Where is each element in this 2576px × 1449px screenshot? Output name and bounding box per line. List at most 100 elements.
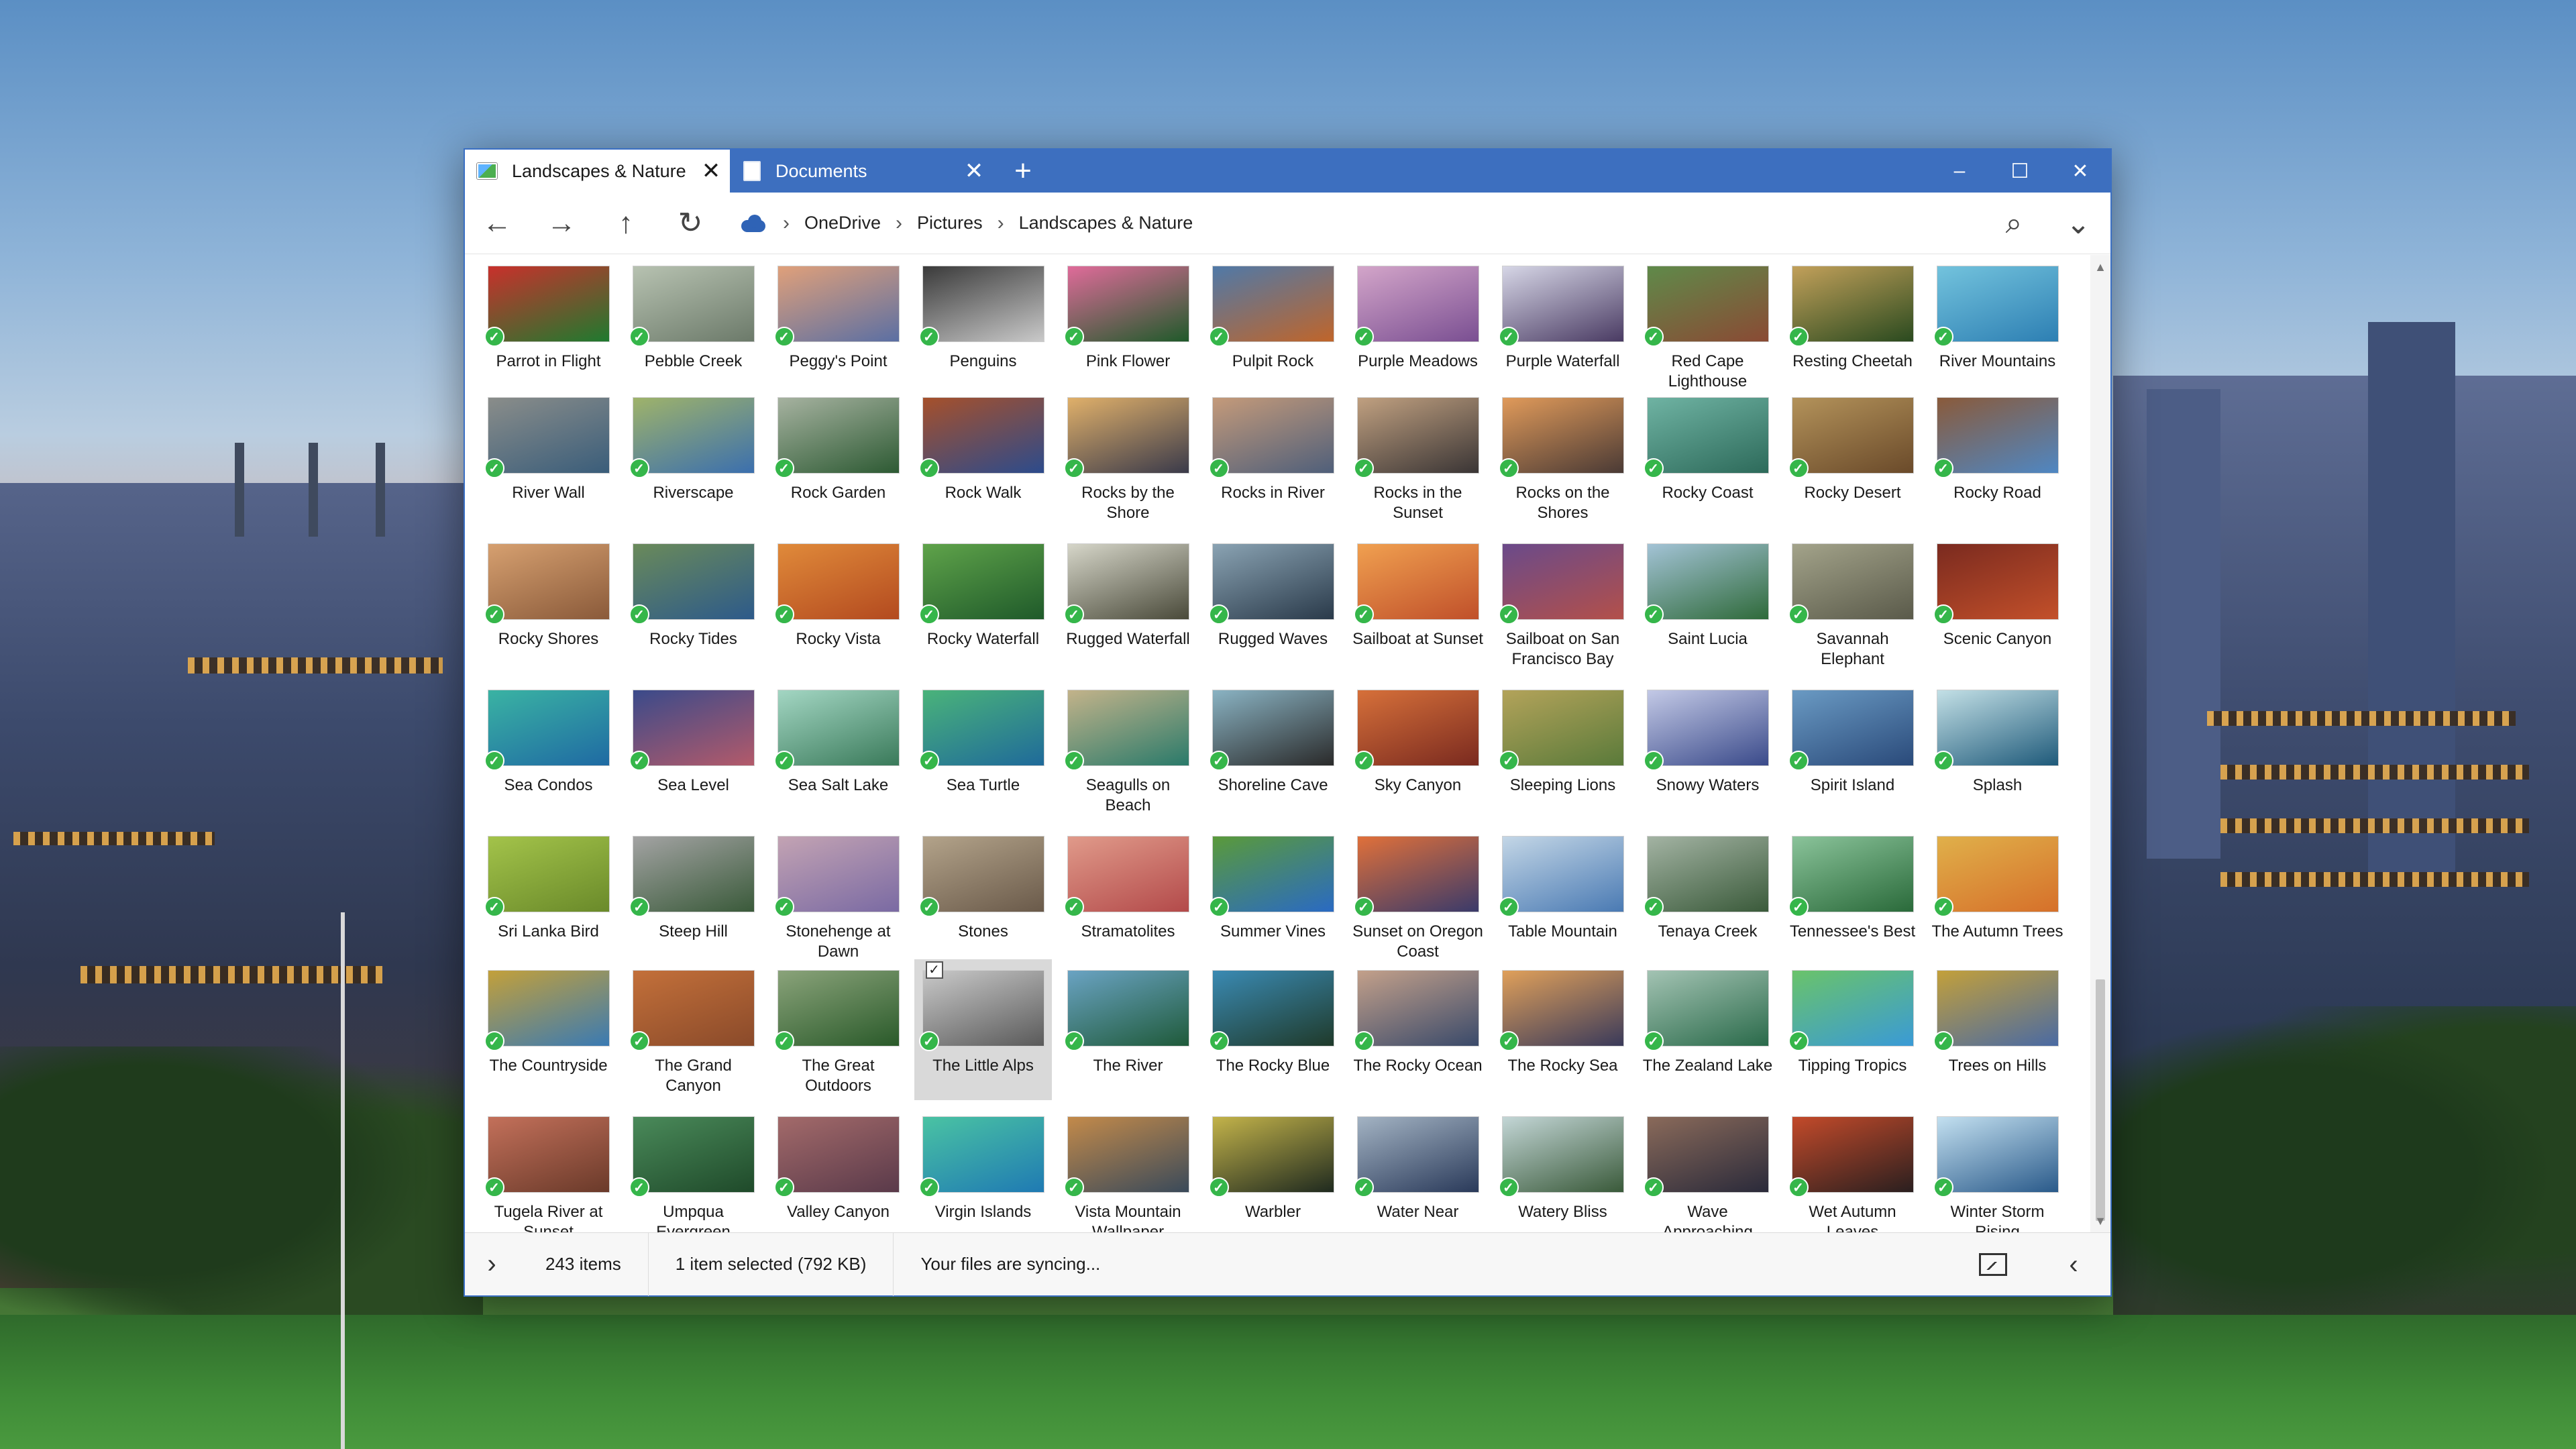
image-thumbnail[interactable]: ✓ (1788, 543, 1914, 625)
image-thumbnail[interactable]: ✓ (484, 690, 610, 771)
chevron-right-icon[interactable]: › (783, 212, 790, 235)
file-item[interactable]: ✓ River Wall (480, 386, 617, 527)
search-icon[interactable]: ⌕ (1982, 193, 2046, 254)
file-item[interactable]: ✓ Red Cape Lighthouse (1639, 255, 1776, 396)
file-item[interactable]: ✓ Valley Canyon (769, 1106, 907, 1234)
image-thumbnail[interactable]: ✓ (773, 266, 900, 347)
new-tab-button[interactable]: + (1002, 150, 1044, 193)
image-thumbnail[interactable]: ✓ (1208, 397, 1334, 478)
image-thumbnail[interactable]: ✓ (1933, 970, 2059, 1051)
image-thumbnail[interactable]: ✓ (918, 690, 1044, 771)
image-thumbnail[interactable]: ✓ (1208, 970, 1334, 1051)
image-thumbnail[interactable]: ✓ (1498, 690, 1624, 771)
file-item[interactable]: ✓ Sea Turtle (914, 679, 1052, 820)
file-item[interactable]: ✓ Pebble Creek (625, 255, 762, 396)
maximize-button[interactable]: ☐ (1990, 150, 2050, 193)
image-thumbnail[interactable]: ✓ (773, 543, 900, 625)
image-thumbnail[interactable]: ✓ (773, 970, 900, 1051)
image-thumbnail[interactable]: ✓ (629, 266, 755, 347)
image-thumbnail[interactable]: ✓ (484, 836, 610, 917)
file-item[interactable]: ✓ Trees on Hills (1929, 959, 2066, 1100)
image-thumbnail[interactable]: ✓ (1788, 970, 1914, 1051)
file-item[interactable]: ✓ ✓ The Little Alps (914, 959, 1052, 1100)
image-thumbnail[interactable]: ✓ (1643, 397, 1769, 478)
onedrive-cloud-icon[interactable] (739, 214, 768, 232)
image-thumbnail[interactable]: ✓ (1643, 1116, 1769, 1197)
image-thumbnail[interactable]: ✓ (773, 397, 900, 478)
file-item[interactable]: ✓ Rocky Coast (1639, 386, 1776, 527)
file-item[interactable]: ✓ The River (1059, 959, 1197, 1100)
image-thumbnail[interactable]: ✓ (1498, 970, 1624, 1051)
chevron-right-icon[interactable]: › (896, 212, 902, 235)
file-item[interactable]: ✓ Splash (1929, 679, 2066, 820)
file-item[interactable]: ✓ Rocky Shores (480, 533, 617, 674)
image-thumbnail[interactable]: ✓ (1353, 266, 1479, 347)
file-item[interactable]: ✓ Stonehenge at Dawn (769, 825, 907, 966)
file-item[interactable]: ✓ Rocky Waterfall (914, 533, 1052, 674)
file-item[interactable]: ✓ Water Near (1349, 1106, 1487, 1234)
image-thumbnail[interactable]: ✓ (1353, 836, 1479, 917)
image-thumbnail[interactable]: ✓ (918, 397, 1044, 478)
scroll-up-icon[interactable]: ▲ (2093, 260, 2108, 275)
file-item[interactable]: ✓ Rocky Tides (625, 533, 762, 674)
tab-landscapes-nature[interactable]: Landscapes & Nature ✕ (465, 150, 730, 193)
file-item[interactable]: ✓ Seagulls on Beach (1059, 679, 1197, 820)
file-item[interactable]: ✓ Scenic Canyon (1929, 533, 2066, 674)
file-item[interactable]: ✓ Stramatolites (1059, 825, 1197, 966)
file-item[interactable]: ✓ Pulpit Rock (1204, 255, 1342, 396)
file-item[interactable]: ✓ Purple Meadows (1349, 255, 1487, 396)
file-item[interactable]: ✓ The Grand Canyon (625, 959, 762, 1100)
file-item[interactable]: ✓ Steep Hill (625, 825, 762, 966)
image-thumbnail[interactable]: ✓ (1063, 690, 1189, 771)
image-thumbnail[interactable]: ✓ (1208, 1116, 1334, 1197)
image-thumbnail[interactable]: ✓ (1353, 970, 1479, 1051)
file-item[interactable]: ✓ Warbler (1204, 1106, 1342, 1234)
expand-pane-icon[interactable]: › (465, 1233, 519, 1296)
file-item[interactable]: ✓ Purple Waterfall (1494, 255, 1631, 396)
minimize-button[interactable]: – (1929, 150, 1990, 193)
image-thumbnail[interactable]: ✓ (484, 266, 610, 347)
file-item[interactable]: ✓ The Zealand Lake (1639, 959, 1776, 1100)
file-item[interactable]: ✓ Pink Flower (1059, 255, 1197, 396)
file-item[interactable]: ✓ Sailboat on San Francisco Bay (1494, 533, 1631, 674)
file-item[interactable]: ✓ Tugela River at Sunset (480, 1106, 617, 1234)
image-thumbnail[interactable]: ✓ (918, 836, 1044, 917)
file-item[interactable]: ✓ Rocks in River (1204, 386, 1342, 527)
image-thumbnail[interactable]: ✓ (918, 543, 1044, 625)
file-item[interactable]: ✓ Rock Walk (914, 386, 1052, 527)
file-item[interactable]: ✓ Virgin Islands (914, 1106, 1052, 1234)
file-item[interactable]: ✓ Rocks in the Sunset (1349, 386, 1487, 527)
image-thumbnail[interactable]: ✓ (1643, 266, 1769, 347)
image-thumbnail[interactable]: ✓ (1643, 970, 1769, 1051)
image-thumbnail[interactable]: ✓ (629, 836, 755, 917)
image-thumbnail[interactable]: ✓ (1933, 1116, 2059, 1197)
file-item[interactable]: ✓ Summer Vines (1204, 825, 1342, 966)
selection-checkbox[interactable]: ✓ (925, 961, 943, 979)
chevron-right-icon[interactable]: › (998, 212, 1004, 235)
image-thumbnail[interactable]: ✓ (1933, 543, 2059, 625)
image-thumbnail[interactable]: ✓ (1498, 397, 1624, 478)
file-item[interactable]: ✓ Umpqua Evergreen (625, 1106, 762, 1234)
image-thumbnail[interactable]: ✓ (1353, 543, 1479, 625)
file-item[interactable]: ✓ Rocky Road (1929, 386, 2066, 527)
file-item[interactable]: ✓ Rugged Waterfall (1059, 533, 1197, 674)
file-item[interactable]: ✓ The Rocky Sea (1494, 959, 1631, 1100)
refresh-icon[interactable]: ↻ (658, 193, 722, 254)
image-thumbnail[interactable]: ✓ (1643, 543, 1769, 625)
image-thumbnail[interactable]: ✓ (1208, 266, 1334, 347)
image-thumbnail[interactable]: ✓ (1933, 266, 2059, 347)
breadcrumb-onedrive[interactable]: OneDrive (804, 213, 881, 233)
image-thumbnail[interactable]: ✓ (629, 1116, 755, 1197)
file-item[interactable]: ✓ The Rocky Blue (1204, 959, 1342, 1100)
file-item[interactable]: ✓ Peggy's Point (769, 255, 907, 396)
image-thumbnail[interactable]: ✓ (1353, 397, 1479, 478)
tab-documents[interactable]: Documents ✕ (731, 150, 993, 193)
image-thumbnail[interactable]: ✓ (1208, 690, 1334, 771)
image-thumbnail[interactable]: ✓ (1063, 266, 1189, 347)
file-item[interactable]: ✓ Winter Storm Rising (1929, 1106, 2066, 1234)
image-thumbnail[interactable]: ✓ (1063, 397, 1189, 478)
file-item[interactable]: ✓ Table Mountain (1494, 825, 1631, 966)
file-item[interactable]: ✓ Rocks on the Shores (1494, 386, 1631, 527)
image-thumbnail[interactable]: ✓ ✓ (918, 961, 1044, 1051)
file-item[interactable]: ✓ Resting Cheetah (1784, 255, 1921, 396)
